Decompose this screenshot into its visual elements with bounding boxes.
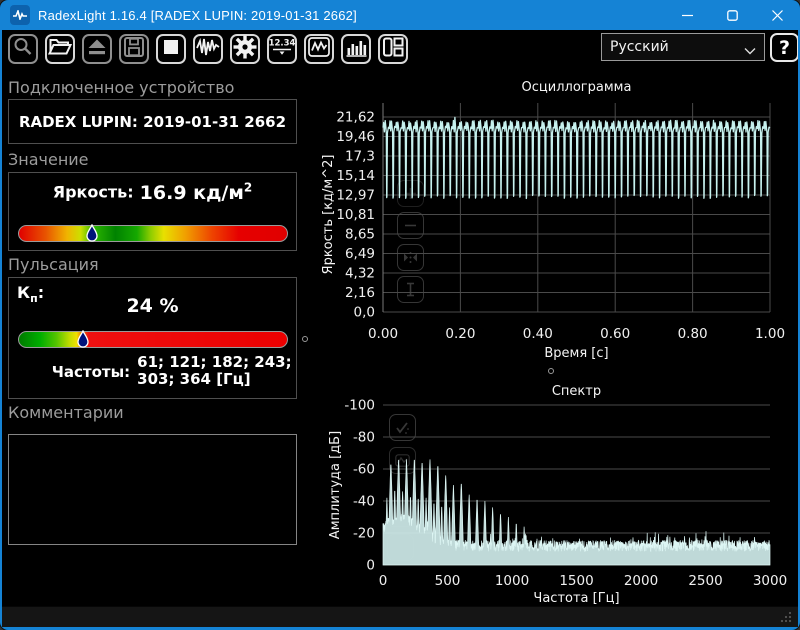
svg-text:19,46: 19,46 bbox=[336, 129, 375, 145]
svg-text:21,62: 21,62 bbox=[336, 110, 375, 126]
svg-text:17,3: 17,3 bbox=[345, 148, 375, 164]
svg-text:-80: -80 bbox=[353, 430, 375, 446]
eject-icon bbox=[84, 34, 110, 64]
numeric-display-button[interactable]: 12.34 bbox=[267, 34, 297, 64]
svg-text:500: 500 bbox=[435, 573, 461, 589]
search-device-button[interactable] bbox=[8, 34, 38, 64]
stop-measurement-button[interactable] bbox=[156, 34, 186, 64]
layout-icon bbox=[380, 34, 406, 64]
svg-text:1.00: 1.00 bbox=[755, 326, 785, 342]
frequencies-readout: Частоты: 61; 121; 182; 243; 303; 364 [Гц… bbox=[9, 354, 296, 388]
svg-text:0,0: 0,0 bbox=[354, 305, 375, 321]
svg-text:Частота [Гц]: Частота [Гц] bbox=[533, 591, 619, 606]
numeric-icon: 12.34 bbox=[269, 34, 295, 64]
minimize-button[interactable] bbox=[665, 0, 710, 30]
comments-textarea[interactable] bbox=[8, 434, 297, 545]
svg-text:Спектр: Спектр bbox=[552, 384, 601, 399]
close-button[interactable] bbox=[755, 0, 800, 30]
svg-text:1500: 1500 bbox=[559, 573, 593, 589]
svg-text:-20: -20 bbox=[353, 526, 375, 542]
svg-text:0: 0 bbox=[379, 573, 388, 589]
app-logo-icon bbox=[10, 5, 30, 25]
chevron-down-icon bbox=[744, 43, 756, 59]
settings-button[interactable] bbox=[230, 34, 260, 64]
folder-open-icon bbox=[47, 34, 73, 64]
frequencies-label: Частоты: bbox=[9, 354, 130, 388]
magnifier-icon bbox=[10, 34, 36, 64]
gear-icon bbox=[232, 34, 258, 64]
language-value: Русский bbox=[610, 39, 669, 55]
oscillogram-chart[interactable]: 21,62 19,46 17,3 15,14 12,97 10,81 8,65 6,49 4,3… bbox=[312, 76, 798, 376]
oscillogram-view-button[interactable] bbox=[304, 34, 334, 64]
vertical-splitter-grip[interactable] bbox=[302, 336, 308, 342]
value-groupbox: Яркость:16.9 кд/м2 bbox=[8, 172, 297, 251]
svg-text:10,81: 10,81 bbox=[336, 207, 375, 223]
svg-text:12.34: 12.34 bbox=[269, 39, 295, 49]
chart-bars-icon bbox=[343, 34, 369, 64]
svg-text:0: 0 bbox=[366, 558, 375, 574]
frequencies-value: 61; 121; 182; 243; 303; 364 [Гц] bbox=[137, 354, 296, 388]
svg-text:12,97: 12,97 bbox=[336, 188, 375, 204]
svg-text:Время [с]: Время [с] bbox=[544, 346, 608, 361]
status-bar bbox=[2, 606, 798, 627]
help-button[interactable]: ? bbox=[770, 33, 799, 62]
device-group-caption: Подключенное устройство bbox=[8, 78, 234, 97]
svg-text:0.60: 0.60 bbox=[600, 326, 630, 342]
svg-text:6,49: 6,49 bbox=[345, 246, 375, 262]
brightness-marker bbox=[86, 224, 98, 242]
maximize-button[interactable] bbox=[710, 0, 755, 30]
stop-icon bbox=[158, 34, 184, 64]
pulsation-scale bbox=[18, 331, 288, 348]
app-window: RadexLight 1.16.4 [RADEX LUPIN: 2019-01-… bbox=[0, 0, 800, 630]
eject-device-button[interactable] bbox=[82, 34, 112, 64]
floppy-icon bbox=[121, 34, 147, 64]
pulsation-marker bbox=[77, 330, 89, 348]
window-border-left bbox=[0, 30, 2, 630]
save-file-button[interactable] bbox=[119, 34, 149, 64]
language-select[interactable]: Русский bbox=[601, 33, 765, 61]
device-groupbox: RADEX LUPIN: 2019-01-31 2662 bbox=[8, 99, 297, 144]
brightness-readout: Яркость:16.9 кд/м2 bbox=[9, 181, 296, 204]
svg-text:8,65: 8,65 bbox=[345, 226, 375, 242]
value-group-caption: Значение bbox=[8, 150, 89, 169]
spectrum-chart[interactable]: 0 -20 -40 -60 -80 -100 0 500 1000 1500 2000 2500 300… bbox=[312, 378, 798, 608]
kp-value: 24 % bbox=[9, 295, 296, 317]
waveform-icon bbox=[195, 34, 221, 64]
svg-text:2000: 2000 bbox=[624, 573, 658, 589]
brightness-scale bbox=[18, 225, 288, 242]
svg-text:2500: 2500 bbox=[688, 573, 722, 589]
resize-grip[interactable] bbox=[779, 610, 792, 623]
svg-text:15,14: 15,14 bbox=[336, 168, 375, 184]
pulsation-group-caption: Пульсация bbox=[8, 255, 99, 274]
pulsation-groupbox: Кп: 24 % Частоты: 61; 121; 182; 243; 303… bbox=[8, 277, 297, 399]
svg-text:-100: -100 bbox=[344, 398, 375, 414]
device-name: RADEX LUPIN: 2019-01-31 2662 bbox=[9, 113, 296, 131]
comments-group-caption: Комментарии bbox=[8, 403, 124, 422]
svg-text:1000: 1000 bbox=[495, 573, 529, 589]
svg-text:0.80: 0.80 bbox=[678, 326, 708, 342]
svg-text:-40: -40 bbox=[353, 494, 375, 510]
titlebar[interactable]: RadexLight 1.16.4 [RADEX LUPIN: 2019-01-… bbox=[0, 0, 800, 30]
svg-text:-60: -60 bbox=[353, 462, 375, 478]
start-measurement-button[interactable] bbox=[193, 34, 223, 64]
spectrum-view-button[interactable] bbox=[341, 34, 371, 64]
svg-text:4,32: 4,32 bbox=[345, 266, 375, 282]
svg-text:Амплитуда [дБ]: Амплитуда [дБ] bbox=[328, 431, 343, 539]
svg-text:Яркость [кд/м^2]: Яркость [кд/м^2] bbox=[321, 155, 336, 275]
svg-text:Осциллограмма: Осциллограмма bbox=[522, 80, 632, 95]
chart-wave-icon bbox=[306, 34, 332, 64]
toolbar: 12.34 Русский ? bbox=[2, 30, 798, 68]
brightness-label: Яркость: bbox=[53, 182, 134, 201]
svg-text:0.20: 0.20 bbox=[445, 326, 475, 342]
window-title: RadexLight 1.16.4 [RADEX LUPIN: 2019-01-… bbox=[38, 8, 357, 23]
svg-text:2,16: 2,16 bbox=[345, 285, 375, 301]
svg-text:0.00: 0.00 bbox=[368, 326, 398, 342]
open-file-button[interactable] bbox=[45, 34, 75, 64]
layout-view-button[interactable] bbox=[378, 34, 408, 64]
svg-text:0.40: 0.40 bbox=[523, 326, 553, 342]
svg-text:3000: 3000 bbox=[753, 573, 787, 589]
